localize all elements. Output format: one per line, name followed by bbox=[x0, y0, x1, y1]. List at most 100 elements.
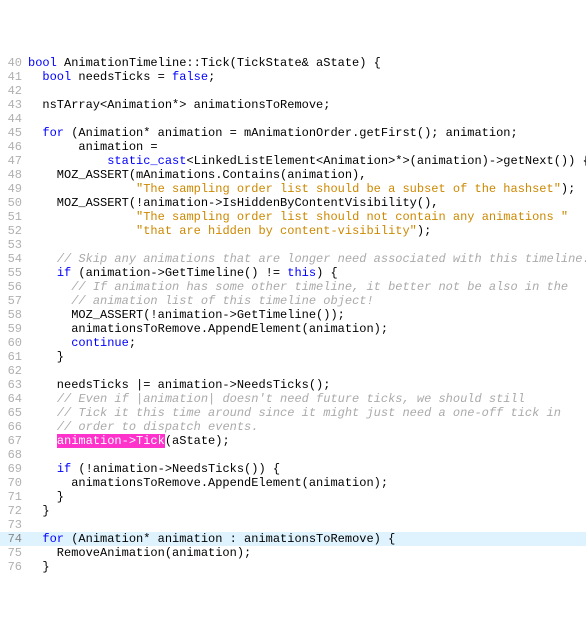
line-number: 68 bbox=[0, 448, 28, 462]
line-number: 66 bbox=[0, 420, 28, 434]
code-content: needsTicks |= animation->NeedsTicks(); bbox=[28, 378, 586, 392]
code-content: // order to dispatch events. bbox=[28, 420, 586, 434]
code-content: } bbox=[28, 504, 586, 518]
line-number: 51 bbox=[0, 210, 28, 224]
code-content: animation = bbox=[28, 140, 586, 154]
code-content: } bbox=[28, 350, 586, 364]
code-content: for (Animation* animation : animationsTo… bbox=[28, 532, 586, 546]
code-line[interactable]: 52 "that are hidden by content-visibilit… bbox=[0, 224, 586, 238]
code-content: // Even if |animation| doesn't need futu… bbox=[28, 392, 586, 406]
code-content: } bbox=[28, 490, 586, 504]
line-number: 56 bbox=[0, 280, 28, 294]
line-number: 61 bbox=[0, 350, 28, 364]
line-number: 44 bbox=[0, 112, 28, 126]
line-number: 48 bbox=[0, 168, 28, 182]
code-line[interactable]: 67 animation->Tick(aState); bbox=[0, 434, 586, 448]
line-number: 64 bbox=[0, 392, 28, 406]
code-line[interactable]: 40bool AnimationTimeline::Tick(TickState… bbox=[0, 56, 586, 70]
code-line[interactable]: 47 static_cast<LinkedListElement<Animati… bbox=[0, 154, 586, 168]
line-number: 74 bbox=[0, 532, 28, 546]
line-number: 43 bbox=[0, 98, 28, 112]
code-line[interactable]: 44 bbox=[0, 112, 586, 126]
line-number: 60 bbox=[0, 336, 28, 350]
line-number: 76 bbox=[0, 560, 28, 574]
code-line[interactable]: 57 // animation list of this timeline ob… bbox=[0, 294, 586, 308]
code-line[interactable]: 73 bbox=[0, 518, 586, 532]
line-number: 57 bbox=[0, 294, 28, 308]
code-content: animation->Tick(aState); bbox=[28, 434, 586, 448]
line-number: 40 bbox=[0, 56, 28, 70]
line-number: 69 bbox=[0, 462, 28, 476]
code-line[interactable]: 56 // If animation has some other timeli… bbox=[0, 280, 586, 294]
line-number: 45 bbox=[0, 126, 28, 140]
code-content: // If animation has some other timeline,… bbox=[28, 280, 586, 294]
code-content: nsTArray<Animation*> animationsToRemove; bbox=[28, 98, 586, 112]
line-number: 71 bbox=[0, 490, 28, 504]
line-number: 49 bbox=[0, 182, 28, 196]
line-number: 59 bbox=[0, 322, 28, 336]
code-content: bool AnimationTimeline::Tick(TickState& … bbox=[28, 56, 586, 70]
code-line[interactable]: 66 // order to dispatch events. bbox=[0, 420, 586, 434]
code-content bbox=[28, 448, 586, 462]
code-editor[interactable]: 40bool AnimationTimeline::Tick(TickState… bbox=[0, 56, 586, 574]
line-number: 46 bbox=[0, 140, 28, 154]
line-number: 67 bbox=[0, 434, 28, 448]
code-line[interactable]: 72 } bbox=[0, 504, 586, 518]
code-content bbox=[28, 518, 586, 532]
code-line[interactable]: 60 continue; bbox=[0, 336, 586, 350]
code-line[interactable]: 49 "The sampling order list should be a … bbox=[0, 182, 586, 196]
line-number: 42 bbox=[0, 84, 28, 98]
code-line[interactable]: 45 for (Animation* animation = mAnimatio… bbox=[0, 126, 586, 140]
code-line[interactable]: 48 MOZ_ASSERT(mAnimations.Contains(anima… bbox=[0, 168, 586, 182]
code-line[interactable]: 61 } bbox=[0, 350, 586, 364]
line-number: 63 bbox=[0, 378, 28, 392]
code-content: // Tick it this time around since it mig… bbox=[28, 406, 586, 420]
code-content: static_cast<LinkedListElement<Animation>… bbox=[28, 154, 586, 168]
line-number: 55 bbox=[0, 266, 28, 280]
code-content: "that are hidden by content-visibility")… bbox=[28, 224, 586, 238]
code-line[interactable]: 59 animationsToRemove.AppendElement(anim… bbox=[0, 322, 586, 336]
code-content: "The sampling order list should be a sub… bbox=[28, 182, 586, 196]
line-number: 65 bbox=[0, 406, 28, 420]
line-number: 58 bbox=[0, 308, 28, 322]
code-content: // animation list of this timeline objec… bbox=[28, 294, 586, 308]
code-line[interactable]: 43 nsTArray<Animation*> animationsToRemo… bbox=[0, 98, 586, 112]
search-match-highlight: animation->Tick bbox=[57, 434, 165, 448]
code-line[interactable]: 68 bbox=[0, 448, 586, 462]
line-number: 54 bbox=[0, 252, 28, 266]
code-line[interactable]: 46 animation = bbox=[0, 140, 586, 154]
code-line[interactable]: 63 needsTicks |= animation->NeedsTicks()… bbox=[0, 378, 586, 392]
line-number: 62 bbox=[0, 364, 28, 378]
line-number: 41 bbox=[0, 70, 28, 84]
code-line[interactable]: 74 for (Animation* animation : animation… bbox=[0, 532, 586, 546]
code-content bbox=[28, 364, 586, 378]
code-content: } bbox=[28, 560, 586, 574]
code-content: // Skip any animations that are longer n… bbox=[28, 252, 586, 266]
code-content: MOZ_ASSERT(!animation->GetTimeline()); bbox=[28, 308, 586, 322]
code-line[interactable]: 71 } bbox=[0, 490, 586, 504]
code-content: for (Animation* animation = mAnimationOr… bbox=[28, 126, 586, 140]
code-line[interactable]: 65 // Tick it this time around since it … bbox=[0, 406, 586, 420]
code-line[interactable]: 62 bbox=[0, 364, 586, 378]
code-line[interactable]: 51 "The sampling order list should not c… bbox=[0, 210, 586, 224]
code-line[interactable]: 42 bbox=[0, 84, 586, 98]
code-line[interactable]: 50 MOZ_ASSERT(!animation->IsHiddenByCont… bbox=[0, 196, 586, 210]
code-line[interactable]: 53 bbox=[0, 238, 586, 252]
code-content: if (!animation->NeedsTicks()) { bbox=[28, 462, 586, 476]
code-content: continue; bbox=[28, 336, 586, 350]
code-content bbox=[28, 84, 586, 98]
line-number: 53 bbox=[0, 238, 28, 252]
code-line[interactable]: 58 MOZ_ASSERT(!animation->GetTimeline())… bbox=[0, 308, 586, 322]
code-line[interactable]: 75 RemoveAnimation(animation); bbox=[0, 546, 586, 560]
code-line[interactable]: 69 if (!animation->NeedsTicks()) { bbox=[0, 462, 586, 476]
code-line[interactable]: 41 bool needsTicks = false; bbox=[0, 70, 586, 84]
line-number: 73 bbox=[0, 518, 28, 532]
code-line[interactable]: 64 // Even if |animation| doesn't need f… bbox=[0, 392, 586, 406]
code-content: animationsToRemove.AppendElement(animati… bbox=[28, 476, 586, 490]
code-line[interactable]: 70 animationsToRemove.AppendElement(anim… bbox=[0, 476, 586, 490]
code-content: MOZ_ASSERT(mAnimations.Contains(animatio… bbox=[28, 168, 586, 182]
code-line[interactable]: 54 // Skip any animations that are longe… bbox=[0, 252, 586, 266]
code-line[interactable]: 76 } bbox=[0, 560, 586, 574]
code-line[interactable]: 55 if (animation->GetTimeline() != this)… bbox=[0, 266, 586, 280]
code-content: if (animation->GetTimeline() != this) { bbox=[28, 266, 586, 280]
